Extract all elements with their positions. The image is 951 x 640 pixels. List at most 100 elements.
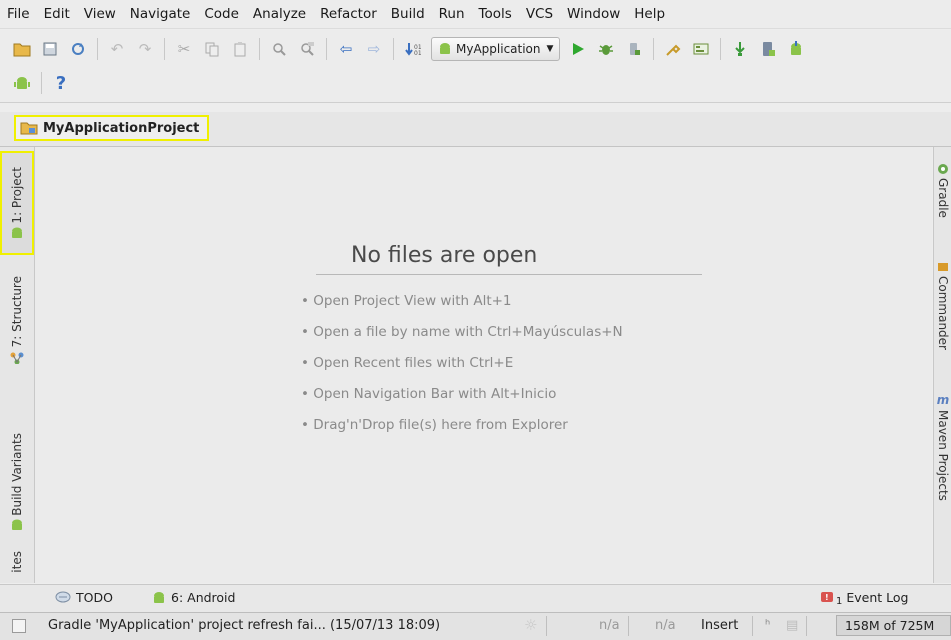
debug-icon[interactable] [595,38,617,60]
menu-edit[interactable]: Edit [37,6,77,22]
paste-icon[interactable] [229,38,251,60]
commander-icon [938,263,948,271]
run-icon[interactable] [567,38,589,60]
tab-android[interactable]: 6: Android [152,590,235,605]
hint-drag-drop: • Drag'n'Drop file(s) here from Explorer [301,417,568,433]
left-tool-strip: 1: Project 7: Structure Build Variants i… [0,147,35,583]
tab-maven-projects[interactable]: m Maven Projects [934,393,951,583]
menu-window[interactable]: Window [560,6,627,22]
replace-icon[interactable] [296,38,318,60]
toolbar: ↶ ↷ ✂ ⇦ ⇨ 01 01 MyApplication ▼ ? [0,30,951,103]
tab-commander[interactable]: Commander [934,261,951,371]
sync-icon[interactable] [67,38,89,60]
structure-icon [10,352,24,364]
menu-tools[interactable]: Tools [472,6,519,22]
structure-tool-icon[interactable] [690,38,712,60]
save-icon[interactable] [39,38,61,60]
inspector-icon[interactable]: ▤ [786,618,798,633]
memory-indicator[interactable]: 158M of 725M [836,615,951,636]
avd-manager-icon[interactable] [757,38,779,60]
tab-android-label: 6: Android [171,590,236,605]
hint-project-view: • Open Project View with Alt+1 [301,293,512,309]
run-configuration-label: MyApplication [456,42,541,56]
tab-gradle[interactable]: Gradle [934,163,951,243]
undo-icon[interactable]: ↶ [106,38,128,60]
toolbar-row-secondary: ? [8,66,75,100]
memory-indicator-label: 158M of 725M [845,618,935,633]
event-log-badge: 1 [836,596,843,607]
menu-file[interactable]: File [0,6,37,22]
tab-structure-label: 7: Structure [10,276,24,348]
read-only-icon[interactable]: ʰ [765,618,770,633]
cut-icon[interactable]: ✂ [173,38,195,60]
gradle-icon [938,164,948,174]
tool-windows-toggle-icon[interactable] [12,619,26,633]
android-monitor-icon[interactable] [11,72,33,94]
find-icon[interactable] [268,38,290,60]
caret-position[interactable]: n/a [599,618,620,633]
breadcrumb-project-label: MyApplicationProject [43,120,200,136]
tab-gradle-label: Gradle [936,178,950,218]
menu-analyze[interactable]: Analyze [246,6,313,22]
menu-navigate[interactable]: Navigate [123,6,198,22]
menu-view[interactable]: View [77,6,123,22]
redo-icon[interactable]: ↷ [134,38,156,60]
run-configuration-dropdown[interactable]: MyApplication ▼ [431,37,561,61]
editor-area[interactable]: No files are open • Open Project View wi… [35,147,932,583]
status-separator [628,616,629,636]
android-icon [12,519,22,531]
maven-icon: m [936,393,950,407]
tab-build-variants[interactable]: Build Variants [0,407,34,557]
tab-project[interactable]: 1: Project [0,151,34,255]
tab-favorites-label: ites [10,551,24,573]
hint-recent-files: • Open Recent files with Ctrl+E [301,355,514,371]
bottom-tool-strip: TODO 6: Android ! 1 Event Log [0,584,951,613]
todo-icon [55,591,71,602]
project-structure-icon[interactable] [662,38,684,60]
tab-todo[interactable]: TODO [55,590,113,605]
menu-build[interactable]: Build [384,6,432,22]
sdk-manager-icon[interactable] [785,38,807,60]
forward-icon[interactable]: ⇨ [363,38,385,60]
menu-code[interactable]: Code [197,6,246,22]
menu-help[interactable]: Help [627,6,672,22]
status-separator [752,616,753,636]
android-icon [12,227,22,239]
background-task-icon[interactable]: ☼ [524,616,537,634]
android-icon [440,43,450,54]
status-message[interactable]: Gradle 'MyApplication' project refresh f… [48,618,440,633]
insert-mode-indicator[interactable]: Insert [701,618,738,633]
tab-favorites[interactable]: ites [0,551,34,583]
menu-run[interactable]: Run [432,6,472,22]
toolbar-separator [720,38,722,60]
svg-text:01: 01 [414,50,421,57]
help-icon[interactable]: ? [50,72,72,94]
hint-navigation-bar: • Open Navigation Bar with Alt+Inicio [301,386,557,402]
copy-icon[interactable] [201,38,223,60]
status-separator [806,616,807,636]
back-icon[interactable]: ⇦ [335,38,357,60]
tab-structure[interactable]: 7: Structure [0,265,34,375]
sync-gradle-icon[interactable] [729,38,751,60]
right-tool-strip: Gradle Commander m Maven Projects [933,147,951,583]
breadcrumb-project[interactable]: MyApplicationProject [14,115,210,141]
status-bar: Gradle 'MyApplication' project refresh f… [0,612,951,640]
navigation-bar: MyApplicationProject [0,112,951,147]
line-separator-indicator[interactable]: n/a [655,618,676,633]
attach-debugger-icon[interactable] [623,38,645,60]
toolbar-separator [41,72,42,94]
tab-maven-projects-label: Maven Projects [936,410,950,501]
menu-vcs[interactable]: VCS [519,6,560,22]
tab-event-log[interactable]: ! 1 Event Log [820,590,909,607]
toolbar-separator [259,38,260,60]
open-folder-icon[interactable] [11,38,33,60]
toolbar-separator [326,38,327,60]
toolbar-separator [164,38,165,60]
menu-refactor[interactable]: Refactor [313,6,384,22]
toolbar-separator [393,38,394,60]
tab-event-log-label: Event Log [846,590,909,605]
status-separator [546,616,547,636]
toolbar-separator [653,38,655,60]
tab-todo-label: TODO [76,590,113,605]
make-project-icon[interactable]: 01 01 [402,38,424,60]
